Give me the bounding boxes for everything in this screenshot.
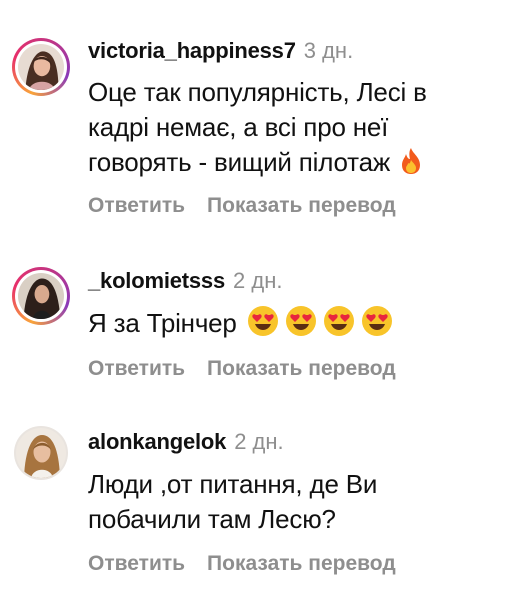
heart-eyes-emoji <box>285 305 317 337</box>
comment-line: кадрі немає, а всі про неї <box>88 112 389 142</box>
comment-actions: Ответить Показать перевод <box>88 356 396 382</box>
avatar[interactable] <box>12 267 70 325</box>
reply-button[interactable]: Ответить <box>88 552 185 575</box>
username-link[interactable]: _kolomietsss <box>88 268 225 293</box>
comment-item: alonkangelok 2 дн. Люди ,от питання, де В… <box>0 390 530 600</box>
comment-line: Люди ,от питання, де Ви <box>88 469 378 499</box>
heart-eyes-emoji <box>361 305 393 337</box>
avatar-photo <box>18 44 64 90</box>
comment-text: Я за Трінчер <box>88 305 508 341</box>
avatar[interactable] <box>12 38 70 96</box>
avatar-photo <box>18 273 64 319</box>
heart-eyes-emoji <box>323 305 355 337</box>
fire-emoji <box>396 146 426 176</box>
timestamp: 3 дн. <box>303 38 354 63</box>
timestamp: 2 дн. <box>234 429 284 454</box>
comment-line: Оце так популярність, Лесі в <box>88 77 427 107</box>
comment-text: Оце так популярність, Лесі в кадрі немає… <box>88 75 508 180</box>
comment-line: побачили там Лесю? <box>88 504 336 534</box>
show-translation-button[interactable]: Показать перевод <box>207 194 396 217</box>
show-translation-button[interactable]: Показать перевод <box>207 357 396 380</box>
reply-button[interactable]: Ответить <box>88 357 185 380</box>
comment-header: alonkangelok 2 дн. <box>88 428 284 456</box>
comment-line: говорять - вищий пілотаж <box>88 145 508 180</box>
show-translation-button[interactable]: Показать перевод <box>207 552 396 575</box>
reply-button[interactable]: Ответить <box>88 194 185 217</box>
comment-actions: Ответить Показать перевод <box>88 193 396 219</box>
comment-item: victoria_happiness7 3 дн. Оце так популяр… <box>0 0 530 230</box>
timestamp: 2 дн. <box>233 268 283 293</box>
username-link[interactable]: alonkangelok <box>88 429 226 454</box>
avatar[interactable] <box>14 426 68 480</box>
comment-item: _kolomietsss 2 дн. Я за Трінчер Ответить… <box>0 230 530 390</box>
comment-header: victoria_happiness7 3 дн. <box>88 37 353 65</box>
avatar-photo <box>16 428 66 478</box>
comment-header: _kolomietsss 2 дн. <box>88 267 282 295</box>
comment-text: Люди ,от питання, де Ви побачили там Лес… <box>88 467 508 537</box>
comment-actions: Ответить Показать перевод <box>88 551 396 577</box>
heart-eyes-emoji <box>247 305 279 337</box>
username-link[interactable]: victoria_happiness7 <box>88 38 296 63</box>
comment-line: Я за Трінчер <box>88 305 508 341</box>
